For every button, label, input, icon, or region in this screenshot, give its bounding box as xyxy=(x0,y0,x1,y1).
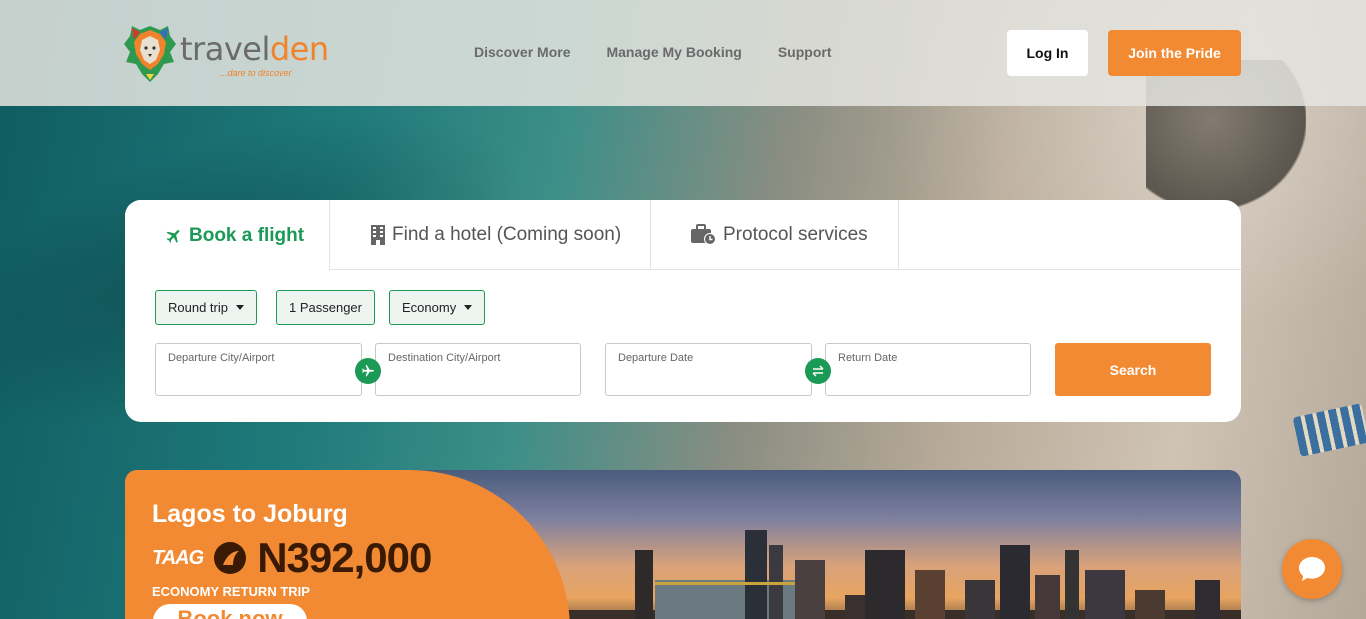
join-button[interactable]: Join the Pride xyxy=(1108,30,1241,76)
plane-icon xyxy=(165,227,183,245)
departure-city-label: Departure City/Airport xyxy=(168,352,275,364)
caret-down-icon xyxy=(235,305,244,310)
tab-label: Find a hotel (Coming soon) xyxy=(392,224,622,245)
brand-name: travelden xyxy=(180,30,329,68)
departure-date-input[interactable] xyxy=(618,368,799,384)
plane-icon xyxy=(362,365,374,377)
booking-card: Book a flight Find a hotel (Coming soon)… xyxy=(125,200,1241,422)
nav-discover-more[interactable]: Discover More xyxy=(474,44,570,60)
tab-label: Protocol services xyxy=(723,224,868,245)
nav-manage-booking[interactable]: Manage My Booking xyxy=(606,44,741,60)
return-date-input[interactable] xyxy=(838,368,1018,384)
search-button[interactable]: Search xyxy=(1055,343,1211,396)
tab-book-flight[interactable]: Book a flight xyxy=(125,200,330,271)
promo-subtitle: ECONOMY RETURN TRIP xyxy=(152,584,310,599)
chat-button[interactable] xyxy=(1282,539,1342,599)
tab-protocol-services[interactable]: Protocol services xyxy=(651,200,899,270)
site-header: travelden ...dare to discover Discover M… xyxy=(0,0,1366,106)
book-now-button[interactable]: Book now xyxy=(153,604,307,619)
return-date-field[interactable]: Return Date xyxy=(825,343,1031,396)
promo-price: N392,000 xyxy=(257,534,432,581)
departure-city-field[interactable]: Departure City/Airport xyxy=(155,343,362,396)
login-button[interactable]: Log In xyxy=(1007,30,1088,76)
tab-label: Book a flight xyxy=(189,224,305,246)
departure-date-field[interactable]: Departure Date xyxy=(605,343,812,396)
brand-tagline: ...dare to discover xyxy=(220,68,292,78)
airline-name: TAAG xyxy=(152,546,204,569)
swap-arrows-icon xyxy=(812,365,824,377)
nav-support[interactable]: Support xyxy=(778,44,832,60)
departure-date-label: Departure Date xyxy=(618,352,694,364)
briefcase-clock-icon xyxy=(691,224,717,246)
cabin-value: Economy xyxy=(402,300,457,315)
destination-city-input[interactable] xyxy=(388,368,568,384)
passenger-selector[interactable]: 1 Passenger xyxy=(276,290,375,325)
return-date-label: Return Date xyxy=(838,352,898,364)
tab-find-hotel[interactable]: Find a hotel (Coming soon) xyxy=(330,200,651,270)
swap-cities-button[interactable] xyxy=(355,358,381,384)
booking-tabs: Book a flight Find a hotel (Coming soon)… xyxy=(125,200,1241,271)
passenger-value: 1 Passenger xyxy=(289,300,362,315)
chat-bubble-icon xyxy=(1299,557,1325,581)
cabin-class-dropdown[interactable]: Economy xyxy=(389,290,486,325)
lion-logo-icon xyxy=(124,26,176,82)
logo[interactable]: travelden ...dare to discover xyxy=(124,24,344,84)
promo-price-row: TAAG N392,000 xyxy=(152,534,432,582)
trip-type-dropdown[interactable]: Round trip xyxy=(155,290,257,325)
destination-city-label: Destination City/Airport xyxy=(388,352,501,364)
building-icon xyxy=(370,225,386,245)
departure-city-input[interactable] xyxy=(168,368,349,384)
caret-down-icon xyxy=(464,305,473,310)
promo-title: Lagos to Joburg xyxy=(152,500,348,528)
promo-banner[interactable]: Lagos to Joburg TAAG N392,000 ECONOMY RE… xyxy=(125,470,1241,619)
promo-panel: Lagos to Joburg TAAG N392,000 ECONOMY RE… xyxy=(125,470,570,619)
swap-dates-button[interactable] xyxy=(805,358,831,384)
main-nav: Discover More Manage My Booking Support xyxy=(474,44,868,60)
airline-logo-icon xyxy=(214,542,247,574)
destination-city-field[interactable]: Destination City/Airport xyxy=(375,343,581,396)
trip-type-value: Round trip xyxy=(168,300,228,315)
city-skyline-image xyxy=(555,530,1241,619)
